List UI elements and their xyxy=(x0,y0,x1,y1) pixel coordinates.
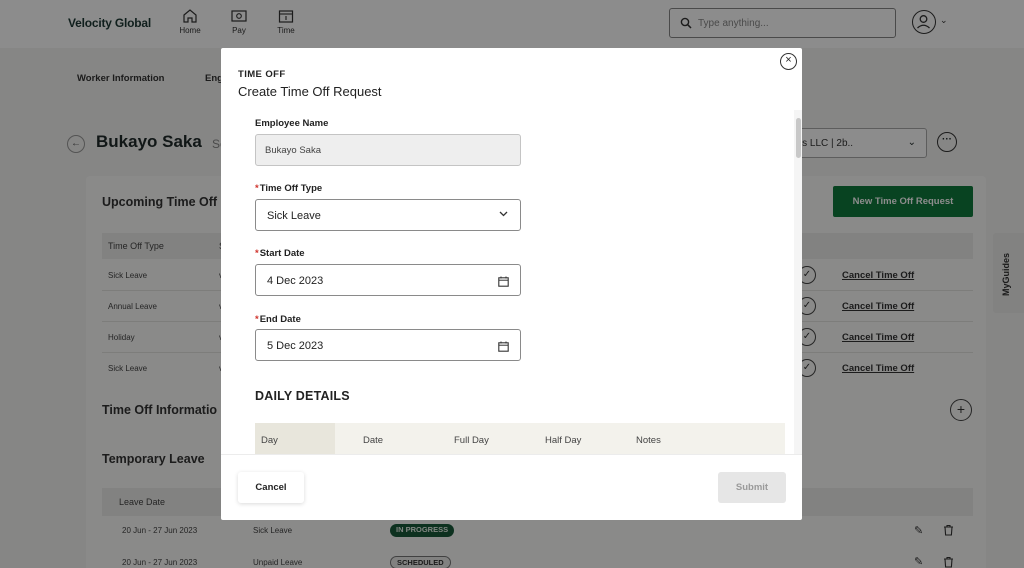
time-off-type-label: *Time Off Type xyxy=(255,183,322,194)
col-full-day: Full Day xyxy=(454,435,489,446)
modal-footer: Cancel Submit xyxy=(221,454,802,520)
cancel-button[interactable]: Cancel xyxy=(238,472,304,503)
end-date-value: 5 Dec 2023 xyxy=(267,340,324,352)
daily-details-heading: DAILY DETAILS xyxy=(255,389,350,403)
daily-details-table-header: Day Date Full Day Half Day Notes xyxy=(255,423,785,454)
col-notes: Notes xyxy=(636,435,661,446)
employee-name-label: Employee Name xyxy=(255,118,328,129)
required-marker: * xyxy=(255,314,259,325)
start-date-label-text: Start Date xyxy=(259,248,305,259)
modal-scrollbar[interactable] xyxy=(794,110,802,454)
employee-name-field: Bukayo Saka xyxy=(255,134,521,166)
start-date-label: *Start Date xyxy=(255,248,305,259)
col-half-day: Half Day xyxy=(545,435,582,446)
employee-name-value: Bukayo Saka xyxy=(265,145,321,156)
chevron-down-icon xyxy=(499,209,508,219)
submit-button[interactable]: Submit xyxy=(718,472,786,503)
create-time-off-modal: TIME OFF Create Time Off Request × Emplo… xyxy=(221,48,802,520)
modal-scrollbar-thumb[interactable] xyxy=(796,118,801,158)
start-date-value: 4 Dec 2023 xyxy=(267,275,324,287)
modal-eyebrow: TIME OFF xyxy=(238,69,286,80)
required-marker: * xyxy=(255,183,259,194)
calendar-icon[interactable] xyxy=(498,339,509,357)
required-marker: * xyxy=(255,248,259,259)
end-date-label-text: End Date xyxy=(259,314,301,325)
start-date-input[interactable]: 4 Dec 2023 xyxy=(255,264,521,296)
col-day: Day xyxy=(261,435,278,446)
time-off-type-label-text: Time Off Type xyxy=(259,183,323,194)
col-date: Date xyxy=(363,435,384,446)
employee-name-label-text: Employee Name xyxy=(255,118,329,129)
close-icon[interactable]: × xyxy=(780,53,797,70)
end-date-label: *End Date xyxy=(255,314,301,325)
time-off-type-value: Sick Leave xyxy=(267,210,321,222)
modal-body[interactable]: Employee Name Bukayo Saka *Time Off Type… xyxy=(221,110,802,454)
time-off-type-select[interactable]: Sick Leave xyxy=(255,199,521,231)
end-date-input[interactable]: 5 Dec 2023 xyxy=(255,329,521,361)
modal-title: Create Time Off Request xyxy=(238,84,382,99)
calendar-icon[interactable] xyxy=(498,274,509,292)
